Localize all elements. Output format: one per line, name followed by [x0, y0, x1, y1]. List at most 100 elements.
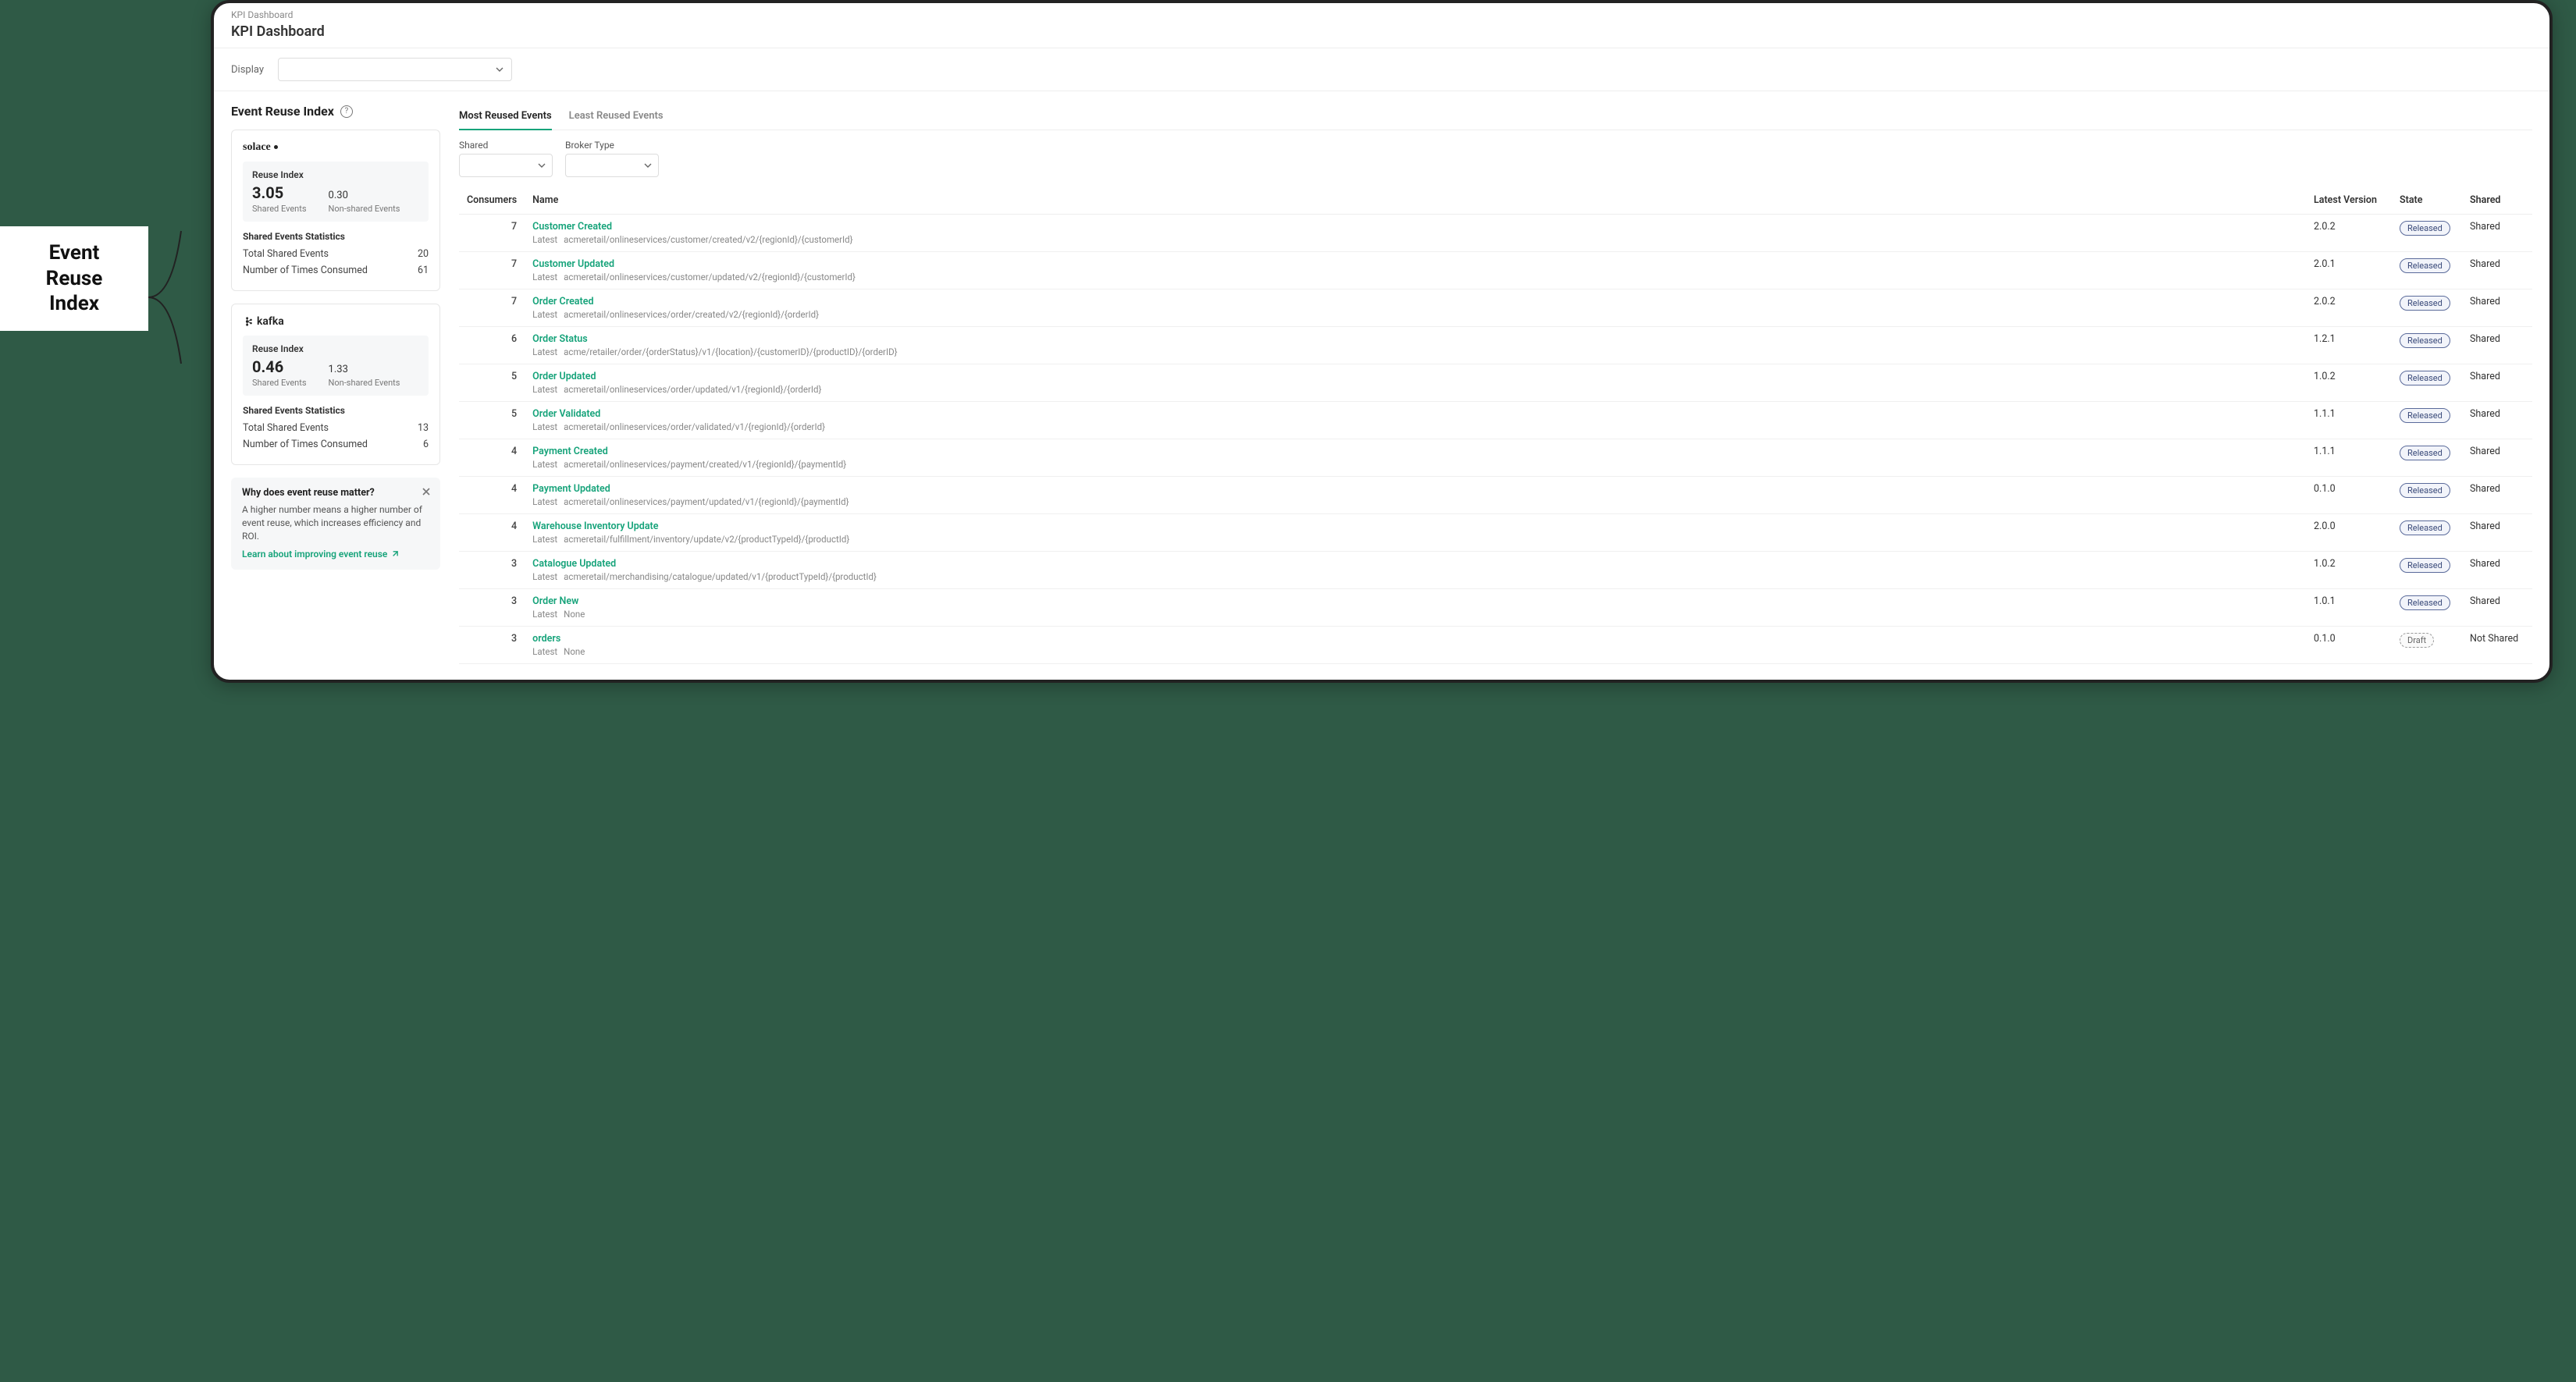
event-name-link[interactable]: Warehouse Inventory Update [532, 520, 2298, 532]
event-name-link[interactable]: Order Updated [532, 371, 2298, 382]
table-row[interactable]: 3 Catalogue UpdatedLatestacmeretail/merch… [459, 552, 2532, 589]
event-topic: LatestNone [532, 646, 2298, 657]
state-badge: Released [2400, 296, 2450, 311]
app-frame: KPI Dashboard KPI Dashboard Display Even… [211, 0, 2553, 683]
shared-index-label: Shared Events [252, 378, 307, 388]
event-topic: Latestacmeretail/onlineservices/customer… [532, 234, 2298, 245]
event-topic: Latestacmeretail/merchandising/catalogue… [532, 571, 2298, 582]
event-name-link[interactable]: Payment Updated [532, 483, 2298, 495]
event-name-link[interactable]: Catalogue Updated [532, 558, 2298, 570]
event-name-link[interactable]: Customer Created [532, 221, 2298, 233]
cell-version: 1.0.2 [2306, 364, 2392, 402]
cell-state: Released [2392, 290, 2462, 327]
cell-shared: Shared [2462, 327, 2532, 364]
chevron-down-icon [644, 162, 652, 169]
event-topic: Latestacmeretail/onlineservices/order/va… [532, 421, 2298, 432]
callout-line: Event [11, 240, 137, 266]
cell-name: Warehouse Inventory UpdateLatestacmereta… [525, 514, 2306, 552]
broker-card: kafkaReuse Index0.46Shared Events1.33Non… [231, 304, 440, 465]
help-icon[interactable]: ? [340, 105, 353, 118]
event-topic: Latestacmeretail/onlineservices/order/up… [532, 384, 2298, 395]
event-topic: Latestacmeretail/onlineservices/payment/… [532, 459, 2298, 470]
shared-index-value: 0.46 [252, 359, 307, 375]
info-card: Why does event reuse matter? A higher nu… [231, 478, 440, 570]
cell-shared: Shared [2462, 364, 2532, 402]
cell-consumers: 5 [459, 364, 525, 402]
cell-version: 0.1.0 [2306, 477, 2392, 514]
table-row[interactable]: 4Warehouse Inventory UpdateLatestacmeret… [459, 514, 2532, 552]
filter-shared-label: Shared [459, 140, 553, 151]
cell-consumers: 3 [459, 589, 525, 627]
table-row[interactable]: 7Customer UpdatedLatestacmeretail/online… [459, 252, 2532, 290]
event-topic: Latestacmeretail/onlineservices/order/cr… [532, 309, 2298, 320]
chevron-down-icon [496, 66, 503, 73]
reuse-index-box: Reuse Index3.05Shared Events0.30Non-shar… [243, 162, 429, 222]
col-state[interactable]: State [2392, 188, 2462, 215]
display-label: Display [231, 64, 264, 76]
state-badge: Released [2400, 558, 2450, 573]
state-badge: Released [2400, 483, 2450, 498]
state-badge: Released [2400, 520, 2450, 535]
page-title: KPI Dashboard [214, 22, 2549, 48]
cell-state: Draft [2392, 627, 2462, 664]
event-name-link[interactable]: Order Created [532, 296, 2298, 307]
cell-consumers: 3 [459, 552, 525, 589]
event-topic: Latestacmeretail/onlineservices/customer… [532, 272, 2298, 282]
event-name-link[interactable]: Order Status [532, 333, 2298, 345]
nonshared-index-value: 1.33 [329, 364, 400, 375]
chevron-down-icon [538, 162, 546, 169]
col-latest-version[interactable]: Latest Version [2306, 188, 2392, 215]
filter-broker-select[interactable] [565, 154, 659, 177]
table-row[interactable]: 7Order CreatedLatestacmeretail/onlineser… [459, 290, 2532, 327]
cell-name: Order ValidatedLatestacmeretail/onlinese… [525, 402, 2306, 439]
event-topic: LatestNone [532, 609, 2298, 620]
cell-name: Order Updated Latestacmeretail/onlineserv… [525, 364, 2306, 402]
col-name[interactable]: Name [525, 188, 2306, 215]
event-name-link[interactable]: Customer Updated [532, 258, 2298, 270]
event-name-link[interactable]: Payment Created [532, 446, 2298, 457]
cell-shared: Shared [2462, 402, 2532, 439]
col-consumers[interactable]: Consumers [459, 188, 525, 215]
cell-shared: Shared [2462, 290, 2532, 327]
cell-consumers: 6 [459, 327, 525, 364]
info-learn-link[interactable]: Learn about improving event reuse [242, 549, 399, 560]
display-select[interactable] [278, 58, 512, 81]
tab-least-reused[interactable]: Least Reused Events [569, 104, 664, 130]
brand-kafka: kafka [243, 315, 429, 328]
cell-state: Released [2392, 215, 2462, 252]
table-row[interactable]: 5 Order Updated Latestacmeretail/onlineser… [459, 364, 2532, 402]
cell-state: Released [2392, 402, 2462, 439]
cell-version: 1.1.1 [2306, 402, 2392, 439]
times-consumed-label: Number of Times Consumed [243, 265, 368, 276]
event-name-link[interactable]: orders [532, 633, 2298, 645]
cell-state: Released [2392, 514, 2462, 552]
times-consumed-label: Number of Times Consumed [243, 439, 368, 450]
filter-shared-select[interactable] [459, 154, 553, 177]
cell-version: 2.0.2 [2306, 290, 2392, 327]
left-column: Event Reuse Index ? solaceReuse Index3.0… [231, 104, 440, 570]
cell-state: Released [2392, 252, 2462, 290]
stats-header: Shared Events Statistics [243, 405, 429, 416]
broker-card: solaceReuse Index3.05Shared Events0.30No… [231, 130, 440, 291]
event-name-link[interactable]: Order New [532, 595, 2298, 607]
col-shared[interactable]: Shared [2462, 188, 2532, 215]
table-row[interactable]: 3Order NewLatestNone1.0.1ReleasedShared [459, 589, 2532, 627]
info-title: Why does event reuse matter? [242, 487, 429, 499]
table-row[interactable]: 4Payment CreatedLatestacmeretail/onlines… [459, 439, 2532, 477]
nonshared-index-value: 0.30 [329, 190, 400, 201]
table-row[interactable]: 3ordersLatestNone0.1.0DraftNot Shared [459, 627, 2532, 664]
cell-name: ordersLatestNone [525, 627, 2306, 664]
filter-row: Shared Broker Type [459, 140, 2532, 177]
cell-version: 1.1.1 [2306, 439, 2392, 477]
cell-state: Released [2392, 552, 2462, 589]
table-row[interactable]: 7Customer CreatedLatestacmeretail/online… [459, 215, 2532, 252]
table-row[interactable]: 4Payment UpdatedLatestacmeretail/onlines… [459, 477, 2532, 514]
tab-most-reused[interactable]: Most Reused Events [459, 104, 552, 130]
event-name-link[interactable]: Order Validated [532, 408, 2298, 420]
state-badge: Released [2400, 408, 2450, 423]
breadcrumb[interactable]: KPI Dashboard [214, 3, 2549, 22]
table-row[interactable]: 6Order StatusLatestacme/retailer/order/{… [459, 327, 2532, 364]
cell-state: Released [2392, 477, 2462, 514]
table-row[interactable]: 5Order ValidatedLatestacmeretail/onlines… [459, 402, 2532, 439]
close-icon[interactable] [420, 485, 432, 498]
